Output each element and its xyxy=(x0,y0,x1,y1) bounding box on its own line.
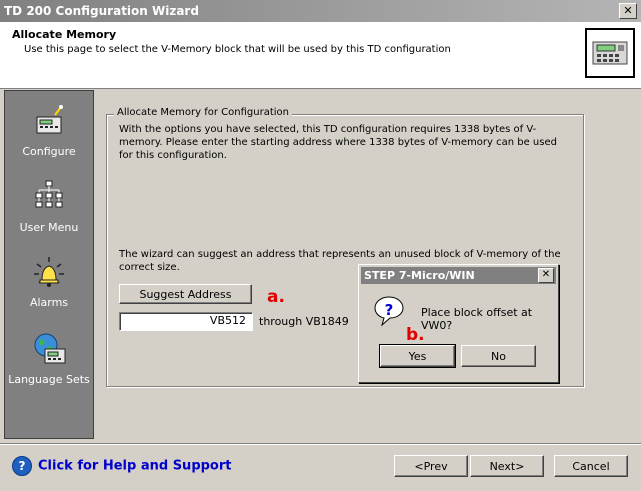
sidebar-item-label: Configure xyxy=(22,145,76,158)
svg-text:?: ? xyxy=(385,301,394,319)
yes-button[interactable]: Yes xyxy=(379,344,456,368)
wizard-sidebar: Configure User Menu Alarms Language Sets xyxy=(4,90,94,439)
annotation-a: a. xyxy=(267,287,285,307)
sidebar-item-label: Alarms xyxy=(29,296,69,309)
group-label: Allocate Memory for Configuration xyxy=(114,107,292,118)
sidebar-item-alarms[interactable]: Alarms xyxy=(5,254,93,309)
help-icon: ? xyxy=(12,456,32,476)
td-device-icon xyxy=(585,28,635,78)
start-address-input[interactable]: VB512 xyxy=(119,312,253,331)
next-button[interactable]: Next> xyxy=(470,455,544,477)
cancel-button[interactable]: Cancel xyxy=(554,455,628,477)
wizard-header: Allocate Memory Use this page to select … xyxy=(0,22,641,89)
no-button[interactable]: No xyxy=(461,345,536,367)
question-icon: ? xyxy=(373,295,405,327)
wizard-window: TD 200 Configuration Wizard ✕ Allocate M… xyxy=(0,0,641,491)
dialog-title-bar: STEP 7-Micro/WIN ✕ xyxy=(361,267,556,284)
title-bar: TD 200 Configuration Wizard ✕ xyxy=(0,0,641,22)
help-link[interactable]: ? Click for Help and Support xyxy=(12,456,231,476)
close-button[interactable]: ✕ xyxy=(619,3,637,19)
page-subtitle: Use this page to select the V-Memory blo… xyxy=(24,44,451,55)
footer-divider xyxy=(0,443,641,445)
dialog-message: Place block offset at VW0? xyxy=(421,306,533,332)
help-label: Click for Help and Support xyxy=(38,458,232,474)
sidebar-item-label: Language Sets xyxy=(8,373,90,386)
sidebar-item-label: User Menu xyxy=(19,221,79,234)
dialog-title: STEP 7-Micro/WIN xyxy=(364,269,475,282)
globe-icon xyxy=(34,333,66,364)
td-device-icon xyxy=(36,105,63,134)
requirement-text: With the options you have selected, this… xyxy=(119,124,557,161)
annotation-b: b. xyxy=(406,325,425,345)
confirm-dialog: STEP 7-Micro/WIN ✕ ? Place block offset … xyxy=(358,264,559,383)
end-address-text: through VB1849 xyxy=(259,315,349,328)
suggest-address-button[interactable]: Suggest Address xyxy=(119,284,252,304)
window-title: TD 200 Configuration Wizard xyxy=(4,4,199,18)
menu-tree-icon xyxy=(35,180,63,208)
sidebar-item-language-sets[interactable]: Language Sets xyxy=(5,331,93,386)
dialog-close-button[interactable]: ✕ xyxy=(538,268,554,283)
page-title: Allocate Memory xyxy=(12,28,117,41)
alarm-bell-icon xyxy=(34,257,64,287)
prev-button[interactable]: <Prev xyxy=(394,455,468,477)
sidebar-item-configure[interactable]: Configure xyxy=(5,103,93,158)
sidebar-item-user-menu[interactable]: User Menu xyxy=(5,179,93,234)
